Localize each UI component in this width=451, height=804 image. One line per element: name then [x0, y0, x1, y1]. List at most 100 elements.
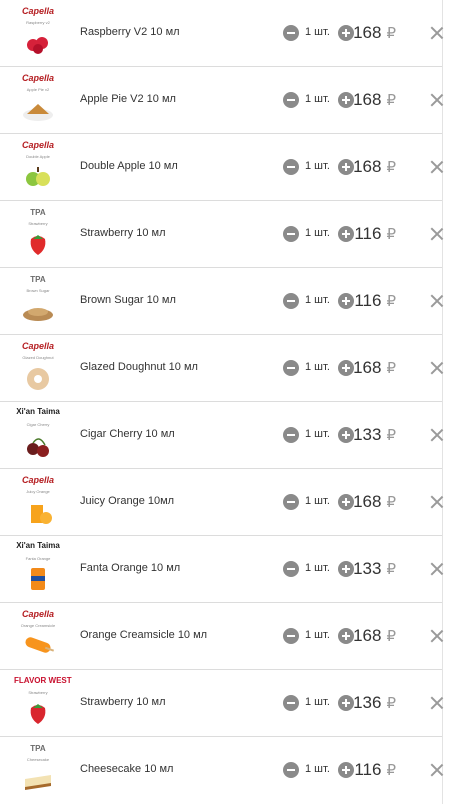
quantity-stepper: 1 шт. [283, 494, 354, 510]
remove-item-icon[interactable] [430, 562, 444, 576]
strawberry-icon [21, 700, 55, 726]
remove-item-icon[interactable] [430, 428, 444, 442]
brand-logo: Xi'an Taima [16, 407, 60, 416]
brand-logo: Capella [21, 140, 54, 150]
brand-logo: Capella [21, 6, 54, 16]
product-thumbnail[interactable]: Xi'an Taima Cigar Cherry [14, 408, 62, 462]
quantity-value: 1 шт. [305, 227, 330, 239]
product-thumbnail[interactable]: Capella Double Apple [14, 140, 62, 194]
currency-symbol: ₽ [386, 628, 396, 645]
cart-item-row: FLAVOR WEST Strawberry Strawberry 10 мл … [0, 670, 442, 737]
increase-quantity-button[interactable] [338, 226, 354, 242]
quantity-stepper: 1 шт. [283, 427, 354, 443]
quantity-value: 1 шт. [305, 93, 330, 105]
product-thumbnail[interactable]: TPA Brown Sugar [14, 274, 62, 328]
quantity-stepper: 1 шт. [283, 695, 354, 711]
remove-item-icon[interactable] [430, 26, 444, 40]
increase-quantity-button[interactable] [338, 561, 354, 577]
decrease-quantity-button[interactable] [283, 360, 299, 376]
cheesecake-icon [21, 767, 55, 793]
remove-item-icon[interactable] [430, 763, 444, 777]
decrease-quantity-button[interactable] [283, 561, 299, 577]
product-name[interactable]: Raspberry V2 10 мл [80, 26, 180, 38]
currency-symbol: ₽ [386, 226, 396, 243]
product-name[interactable]: Fanta Orange 10 мл [80, 562, 180, 574]
price-amount: 168 [353, 157, 382, 176]
currency-symbol: ₽ [386, 427, 396, 444]
increase-quantity-button[interactable] [338, 293, 354, 309]
doughnut-icon [21, 365, 55, 391]
product-thumbnail[interactable]: FLAVOR WEST Strawberry [14, 676, 72, 730]
cherry-icon [21, 432, 55, 458]
price-amount: 168 [353, 90, 382, 109]
increase-quantity-button[interactable] [338, 159, 354, 175]
decrease-quantity-button[interactable] [283, 427, 299, 443]
brand-logo: TPA [30, 275, 46, 284]
orange-can-icon [21, 566, 55, 592]
remove-item-icon[interactable] [430, 495, 444, 509]
decrease-quantity-button[interactable] [283, 92, 299, 108]
quantity-stepper: 1 шт. [283, 92, 354, 108]
decrease-quantity-button[interactable] [283, 226, 299, 242]
product-name[interactable]: Cheesecake 10 мл [80, 763, 173, 775]
quantity-stepper: 1 шт. [283, 762, 354, 778]
remove-item-icon[interactable] [430, 227, 444, 241]
strawberry-icon [21, 231, 55, 257]
decrease-quantity-button[interactable] [283, 293, 299, 309]
cart-item-row: Capella Orange Creamsicle Orange Creamsi… [0, 603, 442, 670]
quantity-value: 1 шт. [305, 629, 330, 641]
remove-item-icon[interactable] [430, 160, 444, 174]
quantity-value: 1 шт. [305, 562, 330, 574]
product-name[interactable]: Glazed Doughnut 10 мл [80, 361, 198, 373]
product-sublabel: Glazed Doughnut [22, 355, 54, 360]
quantity-stepper: 1 шт. [283, 293, 354, 309]
remove-item-icon[interactable] [430, 93, 444, 107]
product-thumbnail[interactable]: Capella Juicy Orange [14, 475, 62, 529]
increase-quantity-button[interactable] [338, 762, 354, 778]
product-thumbnail[interactable]: Capella Orange Creamsicle [14, 609, 62, 663]
product-thumbnail[interactable]: TPA Strawberry [14, 207, 62, 261]
currency-symbol: ₽ [386, 159, 396, 176]
remove-item-icon[interactable] [430, 294, 444, 308]
decrease-quantity-button[interactable] [283, 494, 299, 510]
product-name[interactable]: Strawberry 10 мл [80, 696, 166, 708]
product-name[interactable]: Brown Sugar 10 мл [80, 294, 176, 306]
decrease-quantity-button[interactable] [283, 762, 299, 778]
remove-item-icon[interactable] [430, 629, 444, 643]
increase-quantity-button[interactable] [338, 25, 354, 41]
increase-quantity-button[interactable] [338, 92, 354, 108]
increase-quantity-button[interactable] [338, 360, 354, 376]
decrease-quantity-button[interactable] [283, 628, 299, 644]
decrease-quantity-button[interactable] [283, 695, 299, 711]
remove-item-icon[interactable] [430, 361, 444, 375]
currency-symbol: ₽ [386, 92, 396, 109]
product-thumbnail[interactable]: Capella Glazed Doughnut [14, 341, 62, 395]
item-price: 168 ₽ [353, 358, 396, 378]
decrease-quantity-button[interactable] [283, 159, 299, 175]
product-sublabel: Apple Pie v2 [26, 87, 50, 92]
increase-quantity-button[interactable] [338, 427, 354, 443]
product-thumbnail[interactable]: Xi'an Taima Fanta Orange [14, 542, 62, 596]
brand-logo: TPA [30, 744, 46, 753]
product-thumbnail[interactable]: Capella Raspberry v2 [14, 6, 62, 60]
quantity-stepper: 1 шт. [283, 159, 354, 175]
product-name[interactable]: Double Apple 10 мл [80, 160, 178, 172]
product-name[interactable]: Orange Creamsicle 10 мл [80, 629, 207, 641]
product-name[interactable]: Strawberry 10 мл [80, 227, 166, 239]
cart-item-row: TPA Brown Sugar Brown Sugar 10 мл 1 шт. … [0, 268, 442, 335]
increase-quantity-button[interactable] [338, 494, 354, 510]
product-thumbnail[interactable]: Capella Apple Pie v2 [14, 73, 62, 127]
quantity-value: 1 шт. [305, 763, 330, 775]
remove-item-icon[interactable] [430, 696, 444, 710]
product-name[interactable]: Cigar Cherry 10 мл [80, 428, 175, 440]
product-name[interactable]: Juicy Orange 10мл [80, 495, 174, 507]
increase-quantity-button[interactable] [338, 695, 354, 711]
decrease-quantity-button[interactable] [283, 25, 299, 41]
raspberry-icon [21, 30, 55, 56]
product-sublabel: Cigar Cherry [26, 422, 50, 427]
product-sublabel: Brown Sugar [26, 288, 50, 293]
product-name[interactable]: Apple Pie V2 10 мл [80, 93, 176, 105]
product-thumbnail[interactable]: TPA Cheesecake [14, 743, 62, 797]
increase-quantity-button[interactable] [338, 628, 354, 644]
product-sublabel: Strawberry [28, 221, 48, 226]
